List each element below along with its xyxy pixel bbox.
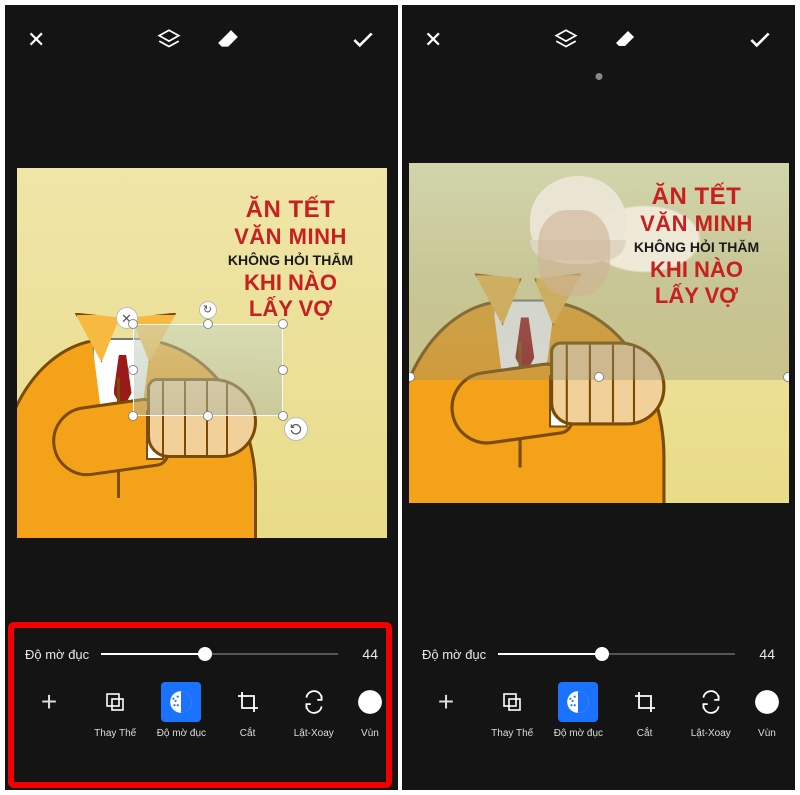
layers-icon[interactable] — [156, 27, 182, 53]
editor-canvas[interactable]: ĂN TẾT VĂN MINH KHÔNG HỎI THĂM KHI NÀO L… — [402, 75, 795, 630]
tool-flip-rotate[interactable]: Lật-Xoay — [681, 682, 741, 739]
crop-icon — [625, 682, 665, 722]
tool-opacity[interactable]: Độ mờ đục — [151, 682, 211, 739]
plus-icon: + — [29, 682, 69, 722]
overlay-free-rotate-icon[interactable] — [284, 417, 308, 441]
tool-replace[interactable]: Thay Thế — [482, 682, 542, 739]
replace-icon — [492, 682, 532, 722]
opacity-slider[interactable] — [101, 644, 338, 664]
opacity-value: 44 — [350, 646, 378, 662]
eraser-icon[interactable] — [613, 28, 637, 52]
resize-handle[interactable] — [203, 411, 213, 421]
bottom-controls: Độ mờ đục 44 + Thay Thế — [5, 630, 398, 790]
resize-handle[interactable] — [128, 319, 138, 329]
flip-rotate-icon — [294, 682, 334, 722]
resize-handle[interactable] — [278, 411, 288, 421]
close-icon[interactable]: ✕ — [424, 27, 442, 53]
crop-icon — [228, 682, 268, 722]
resize-handle[interactable] — [278, 319, 288, 329]
resize-handle[interactable] — [409, 372, 415, 382]
flip-rotate-icon — [691, 682, 731, 722]
meme-text: ĂN TẾT VĂN MINH KHÔNG HỎI THĂM KHI NÀO L… — [617, 183, 777, 310]
confirm-icon[interactable] — [747, 27, 773, 53]
bottom-controls: Độ mờ đục 44 + Thay Thế — [402, 630, 795, 790]
close-icon[interactable]: ✕ — [27, 27, 45, 53]
overlay-rotate-anchor-icon[interactable]: ↻ — [199, 301, 217, 319]
tool-crop[interactable]: Cắt — [615, 682, 675, 739]
opacity-label: Độ mờ đục — [422, 647, 486, 662]
overlay-selection[interactable]: ✕ ↻ — [133, 324, 283, 416]
tool-flip-rotate[interactable]: Lật-Xoay — [284, 682, 344, 739]
eraser-icon[interactable] — [216, 28, 240, 52]
tool-replace[interactable]: Thay Thế — [85, 682, 145, 739]
region-icon — [750, 682, 784, 722]
add-button[interactable]: + — [416, 682, 476, 722]
editor-canvas[interactable]: ĂN TẾT VĂN MINH KHÔNG HỎI THĂM KHI NÀO L… — [5, 75, 398, 630]
opacity-slider[interactable] — [498, 644, 735, 664]
opacity-label: Độ mờ đục — [25, 647, 89, 662]
resize-handle[interactable] — [278, 365, 288, 375]
layers-icon[interactable] — [553, 27, 579, 53]
resize-handle[interactable] — [783, 372, 789, 382]
opacity-icon — [558, 682, 598, 722]
opacity-icon — [161, 682, 201, 722]
resize-handle[interactable] — [203, 319, 213, 329]
tool-region[interactable]: Vùn — [747, 682, 787, 739]
tool-region[interactable]: Vùn — [350, 682, 390, 739]
add-button[interactable]: + — [19, 682, 79, 722]
opacity-value: 44 — [747, 646, 775, 662]
region-icon — [353, 682, 387, 722]
tool-opacity[interactable]: Độ mờ đục — [548, 682, 608, 739]
resize-handle[interactable] — [594, 372, 604, 382]
plus-icon: + — [426, 682, 466, 722]
tool-crop[interactable]: Cắt — [218, 682, 278, 739]
top-toolbar: ✕ — [5, 5, 398, 75]
resize-handle[interactable] — [128, 365, 138, 375]
top-toolbar: ✕ — [402, 5, 795, 75]
replace-icon — [95, 682, 135, 722]
meme-text: ĂN TẾT VĂN MINH KHÔNG HỎI THĂM KHI NÀO L… — [211, 196, 371, 323]
resize-handle[interactable] — [128, 411, 138, 421]
confirm-icon[interactable] — [350, 27, 376, 53]
